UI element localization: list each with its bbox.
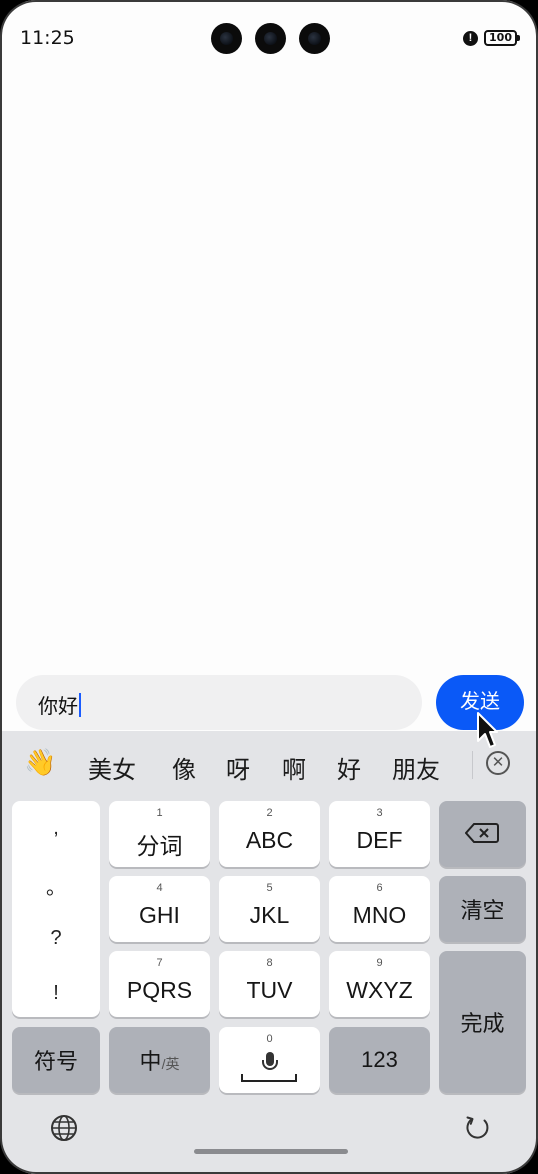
- done-key[interactable]: 完成: [439, 951, 526, 1093]
- numeric-key-label: 123: [361, 1047, 398, 1072]
- key-label: DEF: [356, 827, 403, 853]
- candidate-item[interactable]: 朋友: [392, 750, 440, 785]
- space-icon: [241, 1074, 297, 1082]
- candidate-item[interactable]: 啊: [282, 750, 306, 785]
- clear-key[interactable]: 清空: [439, 876, 526, 942]
- lang-sub: /英: [161, 1056, 180, 1072]
- key-7[interactable]: 7 PQRS: [109, 951, 210, 1017]
- key-number: 8: [266, 957, 273, 969]
- backspace-icon: [465, 823, 499, 843]
- status-bar: 11:25 ! 100: [2, 0, 536, 72]
- clear-key-label: 清空: [460, 898, 505, 923]
- space-key[interactable]: 0: [219, 1027, 320, 1093]
- message-input-text[interactable]: 你好: [38, 690, 81, 719]
- close-candidates-icon[interactable]: ✕: [486, 751, 510, 775]
- punctuation-key[interactable]: , 。 ? !: [12, 801, 100, 1017]
- key-number: 4: [156, 882, 163, 894]
- front-camera-1: [211, 23, 242, 54]
- numeric-key[interactable]: 123: [329, 1027, 430, 1093]
- microphone-stand-icon: [262, 1060, 278, 1070]
- key-9[interactable]: 9 WXYZ: [329, 951, 430, 1017]
- status-time: 11:25: [20, 27, 75, 49]
- key-number: 6: [376, 882, 383, 894]
- home-indicator[interactable]: [194, 1149, 348, 1154]
- key-6[interactable]: 6 MNO: [329, 876, 430, 942]
- alert-icon: !: [463, 31, 478, 46]
- key-label: TUV: [246, 977, 293, 1003]
- globe-icon[interactable]: [50, 1114, 78, 1142]
- language-switch-label: 中/英: [109, 1044, 210, 1076]
- message-input[interactable]: 你好: [16, 675, 422, 730]
- candidate-bar: 👋 美女 像 呀 啊 好 朋友 ✕: [2, 731, 536, 797]
- key-label: ABC: [245, 827, 294, 853]
- candidate-emoji[interactable]: 👋: [24, 747, 56, 778]
- key-number: 0: [266, 1033, 273, 1045]
- key-number: 7: [156, 957, 163, 969]
- key-number: 3: [376, 807, 383, 819]
- phone-screen: 11:25 ! 100 你好 发送 👋 美女 像 呀 啊 好 朋友 ✕ , 。 …: [2, 0, 536, 1174]
- backspace-key[interactable]: [439, 801, 526, 867]
- punct-exclaim[interactable]: !: [12, 982, 100, 1005]
- key-2[interactable]: 2 ABC: [219, 801, 320, 867]
- key-number: 9: [376, 957, 383, 969]
- ime-keyboard: 👋 美女 像 呀 啊 好 朋友 ✕ , 。 ? ! 1 分词 2 ABC 3 D…: [2, 731, 536, 1174]
- done-key-label: 完成: [460, 1011, 505, 1036]
- punct-question[interactable]: ?: [12, 927, 100, 950]
- key-1[interactable]: 1 分词: [109, 801, 210, 867]
- front-camera-3: [299, 23, 330, 54]
- key-label: JKL: [249, 902, 290, 928]
- key-label: PQRS: [126, 977, 193, 1003]
- symbols-key-label: 符号: [33, 1049, 78, 1074]
- key-number: 1: [156, 807, 163, 819]
- candidate-item[interactable]: 呀: [226, 750, 250, 785]
- key-5[interactable]: 5 JKL: [219, 876, 320, 942]
- punct-comma[interactable]: ,: [12, 817, 100, 840]
- symbols-key[interactable]: 符号: [12, 1027, 100, 1093]
- candidate-divider: [472, 751, 473, 779]
- lang-main: 中: [139, 1049, 162, 1074]
- rotate-icon[interactable]: [464, 1114, 492, 1142]
- battery-icon: 100: [484, 30, 520, 46]
- key-4[interactable]: 4 GHI: [109, 876, 210, 942]
- key-3[interactable]: 3 DEF: [329, 801, 430, 867]
- key-label: WXYZ: [346, 977, 413, 1003]
- candidate-item[interactable]: 好: [337, 750, 361, 785]
- text-caret: [79, 693, 81, 717]
- candidate-item[interactable]: 像: [172, 750, 196, 785]
- language-switch-key[interactable]: 中/英: [109, 1027, 210, 1093]
- key-number: 5: [266, 882, 273, 894]
- key-label: 分词: [136, 833, 183, 859]
- key-8[interactable]: 8 TUV: [219, 951, 320, 1017]
- key-number: 2: [266, 807, 273, 819]
- key-label: GHI: [139, 902, 180, 928]
- key-label: MNO: [352, 902, 407, 928]
- mouse-pointer-icon: [477, 712, 498, 748]
- front-camera-2: [255, 23, 286, 54]
- candidate-item[interactable]: 美女: [88, 750, 136, 785]
- punct-period[interactable]: 。: [12, 871, 100, 900]
